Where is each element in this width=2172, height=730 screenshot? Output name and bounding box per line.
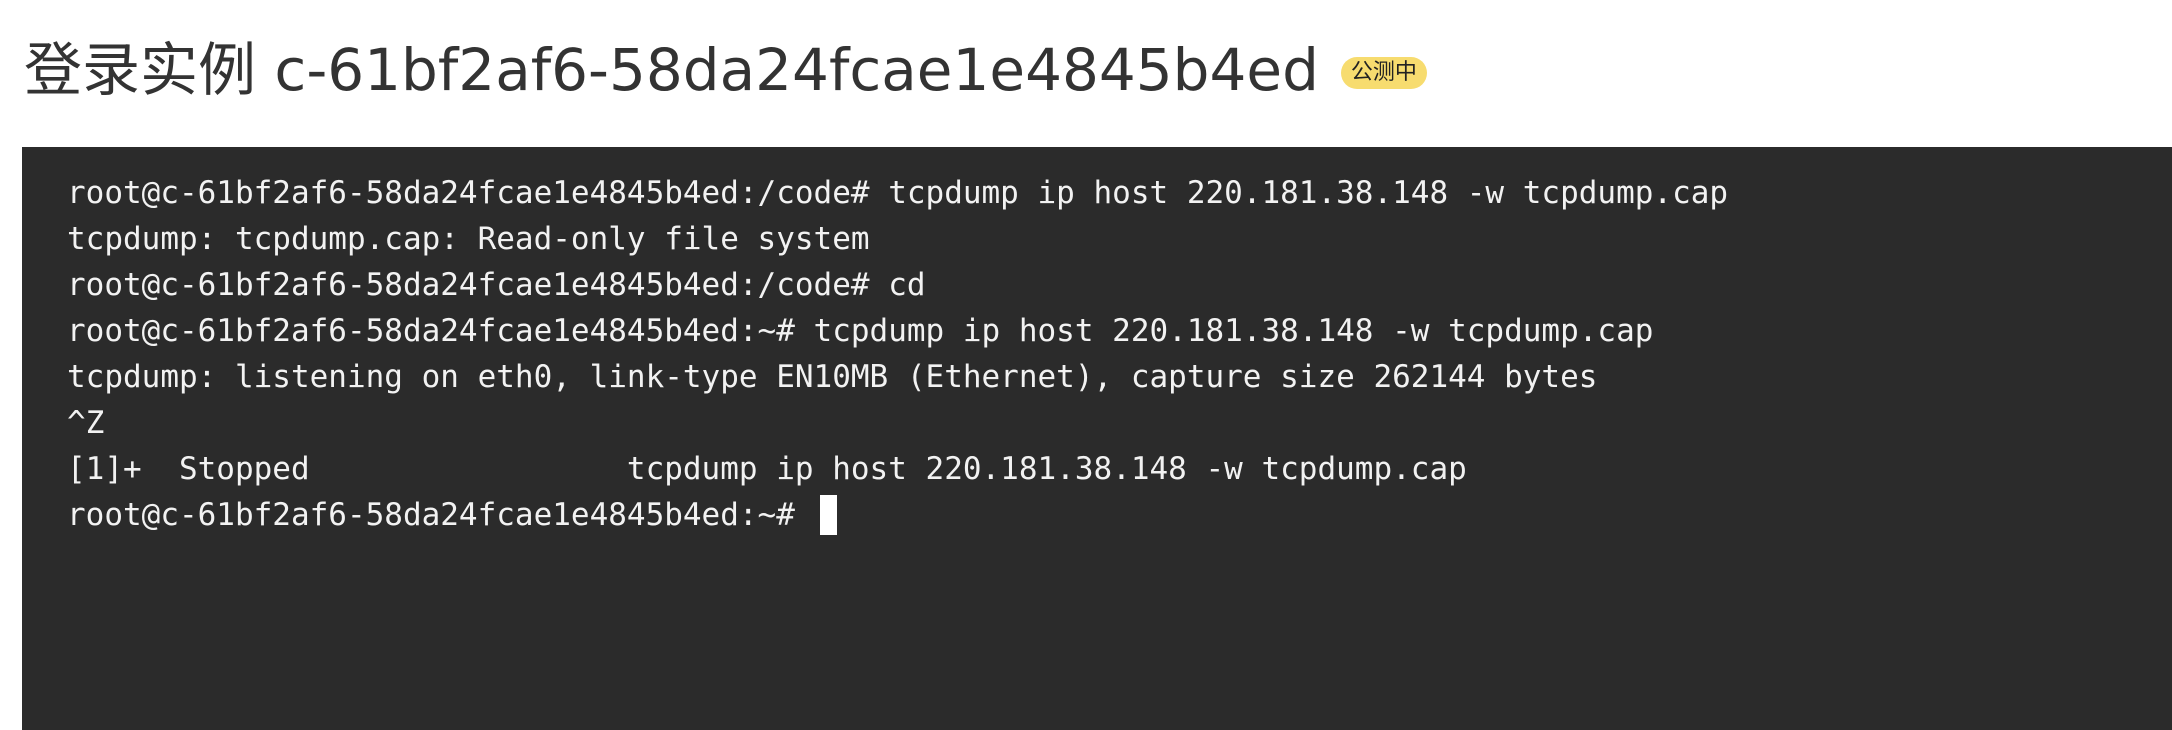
terminal-prompt-line[interactable]: root@c-61bf2af6-58da24fcae1e4845b4ed:~# bbox=[67, 492, 2172, 538]
terminal-line: tcpdump: listening on eth0, link-type EN… bbox=[67, 359, 1598, 395]
terminal-cursor bbox=[819, 495, 837, 535]
terminal-window[interactable]: root@c-61bf2af6-58da24fcae1e4845b4ed:/co… bbox=[22, 147, 2172, 730]
beta-badge: 公测中 bbox=[1340, 57, 1427, 89]
terminal-line: [1]+ Stopped tcpdump ip host 220.181.38.… bbox=[67, 451, 1467, 487]
page-title: 登录实例 c-61bf2af6-58da24fcae1e4845b4ed bbox=[24, 36, 1319, 104]
terminal-line: root@c-61bf2af6-58da24fcae1e4845b4ed:/co… bbox=[67, 175, 1729, 211]
terminal-line: tcpdump: tcpdump.cap: Read-only file sys… bbox=[67, 221, 870, 257]
terminal-line: root@c-61bf2af6-58da24fcae1e4845b4ed:~# … bbox=[67, 313, 1654, 349]
terminal-output: root@c-61bf2af6-58da24fcae1e4845b4ed:/co… bbox=[67, 170, 2172, 538]
terminal-line: ^Z bbox=[67, 405, 105, 441]
terminal-prompt: root@c-61bf2af6-58da24fcae1e4845b4ed:~# bbox=[67, 497, 814, 533]
terminal-line: root@c-61bf2af6-58da24fcae1e4845b4ed:/co… bbox=[67, 267, 926, 303]
page-header: 登录实例 c-61bf2af6-58da24fcae1e4845b4ed 公测中 bbox=[24, 30, 1427, 110]
